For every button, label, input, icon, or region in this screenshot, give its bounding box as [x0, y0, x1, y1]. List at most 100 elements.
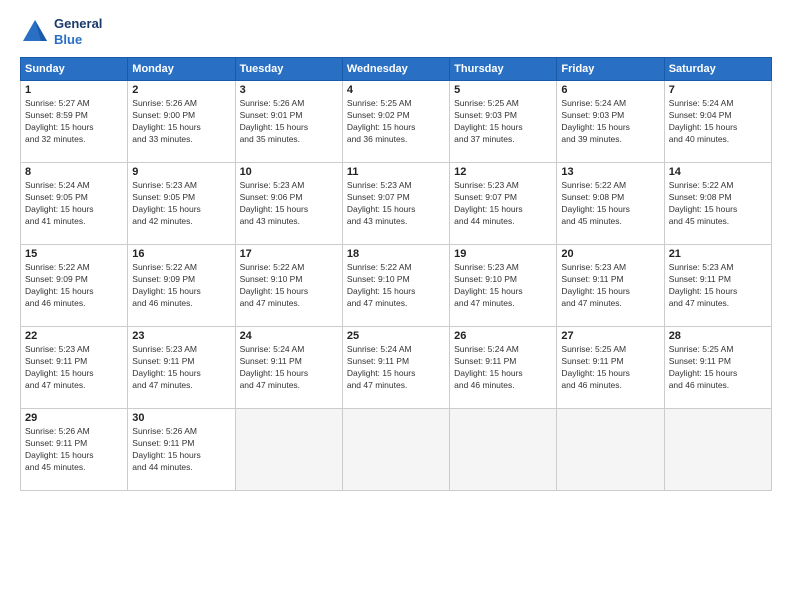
calendar-cell: 15 Sunrise: 5:22 AMSunset: 9:09 PMDaylig…: [21, 245, 128, 327]
calendar-cell: 9 Sunrise: 5:23 AMSunset: 9:05 PMDayligh…: [128, 163, 235, 245]
calendar-week-1: 8 Sunrise: 5:24 AMSunset: 9:05 PMDayligh…: [21, 163, 772, 245]
day-info: Sunrise: 5:23 AMSunset: 9:07 PMDaylight:…: [454, 180, 552, 228]
calendar-cell: [450, 409, 557, 491]
day-number: 12: [454, 166, 552, 178]
day-info: Sunrise: 5:27 AMSunset: 8:59 PMDaylight:…: [25, 98, 123, 146]
day-info: Sunrise: 5:23 AMSunset: 9:11 PMDaylight:…: [669, 262, 767, 310]
day-info: Sunrise: 5:23 AMSunset: 9:06 PMDaylight:…: [240, 180, 338, 228]
day-info: Sunrise: 5:25 AMSunset: 9:02 PMDaylight:…: [347, 98, 445, 146]
day-number: 10: [240, 166, 338, 178]
calendar-cell: 21 Sunrise: 5:23 AMSunset: 9:11 PMDaylig…: [664, 245, 771, 327]
calendar-cell: [235, 409, 342, 491]
calendar-cell: 6 Sunrise: 5:24 AMSunset: 9:03 PMDayligh…: [557, 81, 664, 163]
calendar-cell: 17 Sunrise: 5:22 AMSunset: 9:10 PMDaylig…: [235, 245, 342, 327]
calendar-cell: 18 Sunrise: 5:22 AMSunset: 9:10 PMDaylig…: [342, 245, 449, 327]
day-number: 26: [454, 330, 552, 342]
calendar-cell: 29 Sunrise: 5:26 AMSunset: 9:11 PMDaylig…: [21, 409, 128, 491]
logo: General Blue: [20, 16, 102, 47]
day-number: 8: [25, 166, 123, 178]
day-number: 5: [454, 84, 552, 96]
day-info: Sunrise: 5:24 AMSunset: 9:11 PMDaylight:…: [347, 344, 445, 392]
day-number: 15: [25, 248, 123, 260]
day-number: 11: [347, 166, 445, 178]
day-info: Sunrise: 5:26 AMSunset: 9:01 PMDaylight:…: [240, 98, 338, 146]
day-info: Sunrise: 5:23 AMSunset: 9:05 PMDaylight:…: [132, 180, 230, 228]
day-number: 20: [561, 248, 659, 260]
day-number: 1: [25, 84, 123, 96]
day-info: Sunrise: 5:22 AMSunset: 9:09 PMDaylight:…: [132, 262, 230, 310]
calendar-cell: 20 Sunrise: 5:23 AMSunset: 9:11 PMDaylig…: [557, 245, 664, 327]
calendar-cell: 12 Sunrise: 5:23 AMSunset: 9:07 PMDaylig…: [450, 163, 557, 245]
day-number: 16: [132, 248, 230, 260]
calendar-cell: [557, 409, 664, 491]
calendar-cell: 1 Sunrise: 5:27 AMSunset: 8:59 PMDayligh…: [21, 81, 128, 163]
day-number: 2: [132, 84, 230, 96]
day-info: Sunrise: 5:24 AMSunset: 9:05 PMDaylight:…: [25, 180, 123, 228]
calendar-cell: 2 Sunrise: 5:26 AMSunset: 9:00 PMDayligh…: [128, 81, 235, 163]
calendar-table: SundayMondayTuesdayWednesdayThursdayFrid…: [20, 57, 772, 491]
day-info: Sunrise: 5:24 AMSunset: 9:03 PMDaylight:…: [561, 98, 659, 146]
day-info: Sunrise: 5:24 AMSunset: 9:11 PMDaylight:…: [454, 344, 552, 392]
day-number: 21: [669, 248, 767, 260]
calendar-cell: 26 Sunrise: 5:24 AMSunset: 9:11 PMDaylig…: [450, 327, 557, 409]
day-number: 24: [240, 330, 338, 342]
weekday-header-sunday: Sunday: [21, 58, 128, 81]
day-number: 25: [347, 330, 445, 342]
calendar-cell: 22 Sunrise: 5:23 AMSunset: 9:11 PMDaylig…: [21, 327, 128, 409]
calendar-cell: 8 Sunrise: 5:24 AMSunset: 9:05 PMDayligh…: [21, 163, 128, 245]
weekday-header-thursday: Thursday: [450, 58, 557, 81]
calendar-cell: 7 Sunrise: 5:24 AMSunset: 9:04 PMDayligh…: [664, 81, 771, 163]
day-info: Sunrise: 5:23 AMSunset: 9:11 PMDaylight:…: [132, 344, 230, 392]
day-info: Sunrise: 5:23 AMSunset: 9:10 PMDaylight:…: [454, 262, 552, 310]
calendar-cell: 28 Sunrise: 5:25 AMSunset: 9:11 PMDaylig…: [664, 327, 771, 409]
day-number: 28: [669, 330, 767, 342]
day-info: Sunrise: 5:26 AMSunset: 9:11 PMDaylight:…: [25, 426, 123, 474]
day-info: Sunrise: 5:22 AMSunset: 9:09 PMDaylight:…: [25, 262, 123, 310]
day-info: Sunrise: 5:25 AMSunset: 9:11 PMDaylight:…: [669, 344, 767, 392]
day-number: 30: [132, 412, 230, 424]
day-info: Sunrise: 5:23 AMSunset: 9:11 PMDaylight:…: [25, 344, 123, 392]
day-number: 13: [561, 166, 659, 178]
calendar-cell: 24 Sunrise: 5:24 AMSunset: 9:11 PMDaylig…: [235, 327, 342, 409]
day-info: Sunrise: 5:25 AMSunset: 9:03 PMDaylight:…: [454, 98, 552, 146]
weekday-header-monday: Monday: [128, 58, 235, 81]
day-number: 23: [132, 330, 230, 342]
day-number: 22: [25, 330, 123, 342]
day-number: 27: [561, 330, 659, 342]
calendar-cell: 16 Sunrise: 5:22 AMSunset: 9:09 PMDaylig…: [128, 245, 235, 327]
logo-icon: [20, 17, 50, 47]
calendar-cell: 5 Sunrise: 5:25 AMSunset: 9:03 PMDayligh…: [450, 81, 557, 163]
day-info: Sunrise: 5:26 AMSunset: 9:11 PMDaylight:…: [132, 426, 230, 474]
day-info: Sunrise: 5:23 AMSunset: 9:07 PMDaylight:…: [347, 180, 445, 228]
day-info: Sunrise: 5:22 AMSunset: 9:08 PMDaylight:…: [669, 180, 767, 228]
calendar-cell: 19 Sunrise: 5:23 AMSunset: 9:10 PMDaylig…: [450, 245, 557, 327]
day-info: Sunrise: 5:24 AMSunset: 9:04 PMDaylight:…: [669, 98, 767, 146]
weekday-header-friday: Friday: [557, 58, 664, 81]
day-info: Sunrise: 5:25 AMSunset: 9:11 PMDaylight:…: [561, 344, 659, 392]
day-number: 29: [25, 412, 123, 424]
day-number: 9: [132, 166, 230, 178]
calendar-week-0: 1 Sunrise: 5:27 AMSunset: 8:59 PMDayligh…: [21, 81, 772, 163]
calendar-cell: 23 Sunrise: 5:23 AMSunset: 9:11 PMDaylig…: [128, 327, 235, 409]
weekday-header-tuesday: Tuesday: [235, 58, 342, 81]
calendar-cell: 27 Sunrise: 5:25 AMSunset: 9:11 PMDaylig…: [557, 327, 664, 409]
page: General Blue SundayMondayTuesdayWednesda…: [0, 0, 792, 612]
calendar-cell: 30 Sunrise: 5:26 AMSunset: 9:11 PMDaylig…: [128, 409, 235, 491]
logo-text: General Blue: [54, 16, 102, 47]
day-info: Sunrise: 5:22 AMSunset: 9:08 PMDaylight:…: [561, 180, 659, 228]
calendar-cell: 10 Sunrise: 5:23 AMSunset: 9:06 PMDaylig…: [235, 163, 342, 245]
day-number: 3: [240, 84, 338, 96]
day-number: 7: [669, 84, 767, 96]
day-info: Sunrise: 5:24 AMSunset: 9:11 PMDaylight:…: [240, 344, 338, 392]
header: General Blue: [20, 16, 772, 47]
calendar-week-2: 15 Sunrise: 5:22 AMSunset: 9:09 PMDaylig…: [21, 245, 772, 327]
day-number: 18: [347, 248, 445, 260]
day-info: Sunrise: 5:26 AMSunset: 9:00 PMDaylight:…: [132, 98, 230, 146]
calendar-cell: [664, 409, 771, 491]
calendar-cell: 13 Sunrise: 5:22 AMSunset: 9:08 PMDaylig…: [557, 163, 664, 245]
calendar-week-3: 22 Sunrise: 5:23 AMSunset: 9:11 PMDaylig…: [21, 327, 772, 409]
day-info: Sunrise: 5:23 AMSunset: 9:11 PMDaylight:…: [561, 262, 659, 310]
day-info: Sunrise: 5:22 AMSunset: 9:10 PMDaylight:…: [240, 262, 338, 310]
day-number: 6: [561, 84, 659, 96]
calendar-cell: 14 Sunrise: 5:22 AMSunset: 9:08 PMDaylig…: [664, 163, 771, 245]
